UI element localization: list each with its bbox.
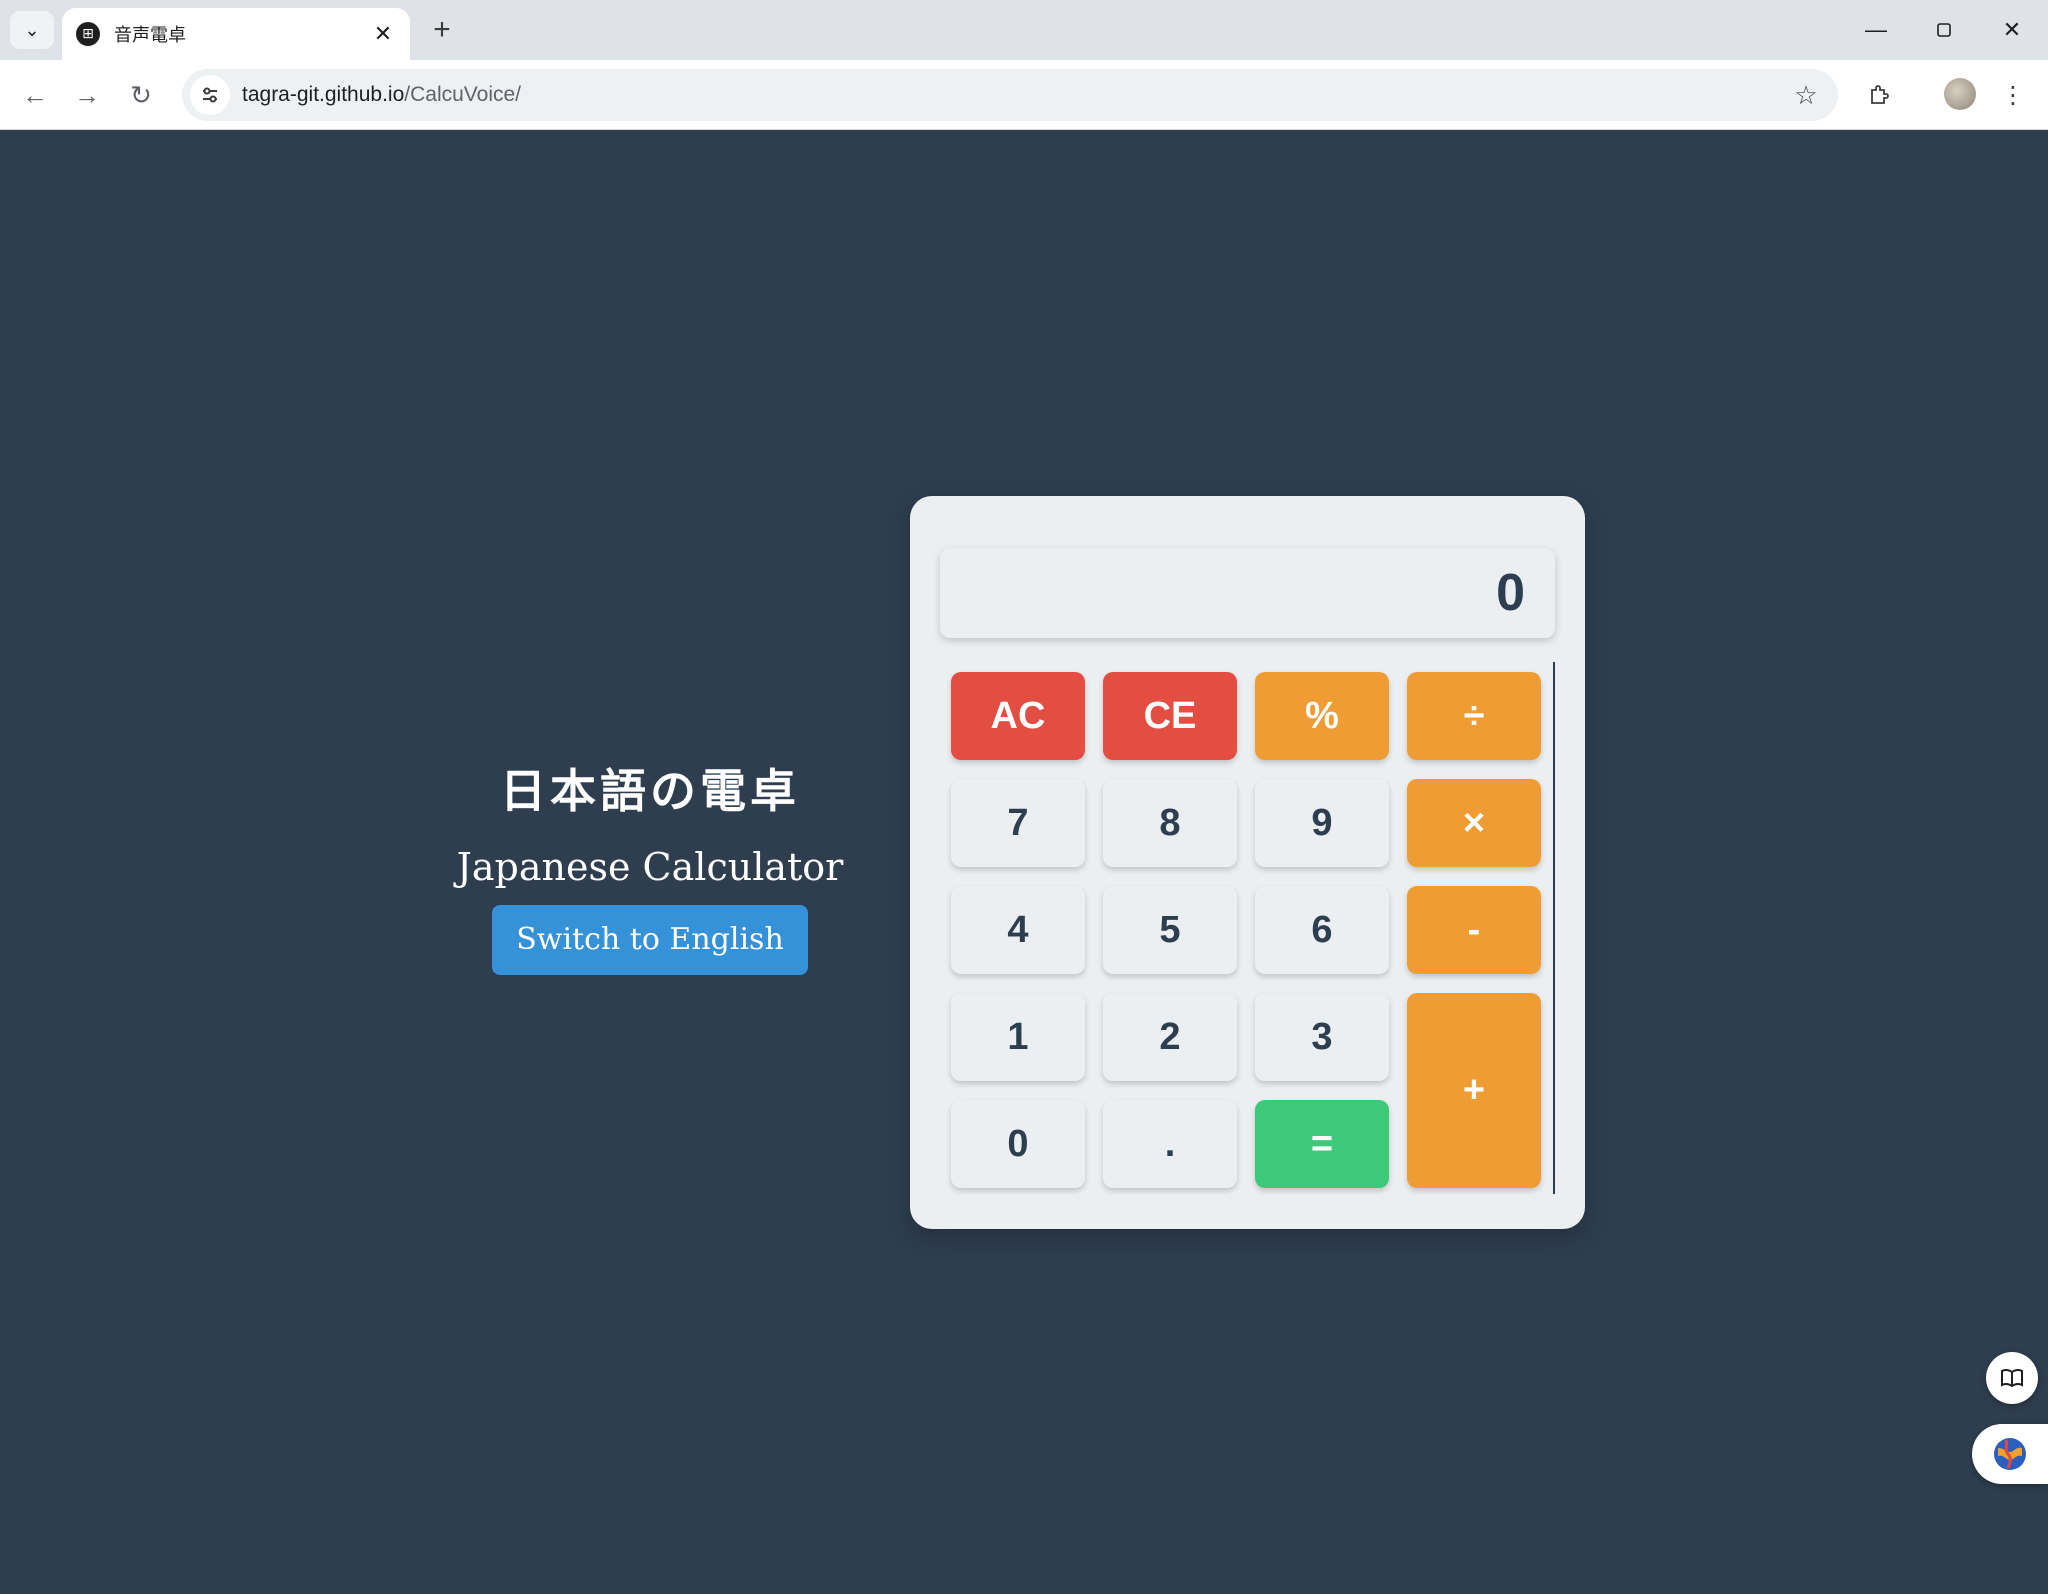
forward-icon[interactable]: → bbox=[66, 74, 108, 116]
browser-toolbar: ← → ↻ tagra-git.github.io/CalcuVoice/ ☆ … bbox=[0, 60, 2048, 130]
digit-5-button[interactable]: 5 bbox=[1103, 886, 1237, 974]
digit-2-button[interactable]: 2 bbox=[1103, 993, 1237, 1081]
keypad-divider bbox=[1553, 662, 1555, 1194]
extension-side-button[interactable] bbox=[1972, 1424, 2048, 1484]
digit-6-button[interactable]: 6 bbox=[1255, 886, 1389, 974]
divide-button[interactable]: ÷ bbox=[1407, 672, 1541, 760]
japanese-title: 日本語の電卓 bbox=[500, 764, 800, 818]
percent-button[interactable]: % bbox=[1255, 672, 1389, 760]
tab-strip: ⌄ ⊞ 音声電卓 ✕ + — ✕ bbox=[0, 0, 2048, 60]
chevron-down-icon: ⌄ bbox=[24, 19, 40, 40]
title-section: 日本語の電卓 Japanese Calculator Switch to Eng… bbox=[430, 755, 870, 975]
minimize-icon[interactable]: — bbox=[1848, 10, 1904, 50]
maximize-icon[interactable] bbox=[1916, 10, 1972, 50]
calculator-display: 0 bbox=[940, 548, 1555, 638]
multiply-button[interactable]: × bbox=[1407, 779, 1541, 867]
extensions-icon[interactable] bbox=[1858, 74, 1900, 116]
close-tab-icon[interactable]: ✕ bbox=[370, 21, 396, 47]
more-menu-icon[interactable]: ⋮ bbox=[1992, 74, 2034, 116]
digit-9-button[interactable]: 9 bbox=[1255, 779, 1389, 867]
english-title: Japanese Calculator bbox=[456, 845, 844, 889]
reload-icon[interactable]: ↻ bbox=[120, 74, 162, 116]
site-info-icon[interactable] bbox=[190, 75, 230, 115]
digit-3-button[interactable]: 3 bbox=[1255, 993, 1389, 1081]
digit-8-button[interactable]: 8 bbox=[1103, 779, 1237, 867]
plus-button[interactable]: + bbox=[1407, 993, 1541, 1188]
tab-title: 音声電卓 bbox=[114, 25, 186, 46]
minus-button[interactable]: - bbox=[1407, 886, 1541, 974]
digit-4-button[interactable]: 4 bbox=[951, 886, 1085, 974]
bookmark-star-icon[interactable]: ☆ bbox=[1784, 80, 1828, 111]
profile-avatar[interactable] bbox=[1944, 78, 1976, 110]
digit-0-button[interactable]: 0 bbox=[951, 1100, 1085, 1188]
reading-mode-button[interactable] bbox=[1986, 1352, 2038, 1404]
url-text[interactable]: tagra-git.github.io/CalcuVoice/ bbox=[242, 83, 1784, 107]
digit-1-button[interactable]: 1 bbox=[951, 993, 1085, 1081]
back-icon[interactable]: ← bbox=[14, 74, 56, 116]
address-bar[interactable]: tagra-git.github.io/CalcuVoice/ ☆ bbox=[182, 69, 1838, 121]
all-clear-button[interactable]: AC bbox=[951, 672, 1085, 760]
equals-button[interactable]: = bbox=[1255, 1100, 1389, 1188]
book-icon bbox=[2001, 1368, 2023, 1388]
globe-icon bbox=[1994, 1438, 2026, 1470]
tab-search-button[interactable]: ⌄ bbox=[10, 11, 54, 49]
url-domain: tagra-git.github.io bbox=[242, 83, 405, 106]
browser-tab[interactable]: ⊞ 音声電卓 ✕ bbox=[62, 8, 410, 60]
decimal-point-button[interactable]: . bbox=[1103, 1100, 1237, 1188]
calculator: 0 AC CE % ÷ 7 8 9 × 4 5 6 - 1 2 3 + 0 . … bbox=[910, 496, 1585, 1229]
url-path: /CalcuVoice/ bbox=[404, 83, 522, 106]
new-tab-button[interactable]: + bbox=[424, 12, 460, 48]
calculator-favicon-icon: ⊞ bbox=[76, 22, 100, 46]
clear-entry-button[interactable]: CE bbox=[1103, 672, 1237, 760]
close-window-icon[interactable]: ✕ bbox=[1984, 10, 2040, 50]
digit-7-button[interactable]: 7 bbox=[951, 779, 1085, 867]
switch-language-button[interactable]: Switch to English bbox=[492, 905, 808, 975]
